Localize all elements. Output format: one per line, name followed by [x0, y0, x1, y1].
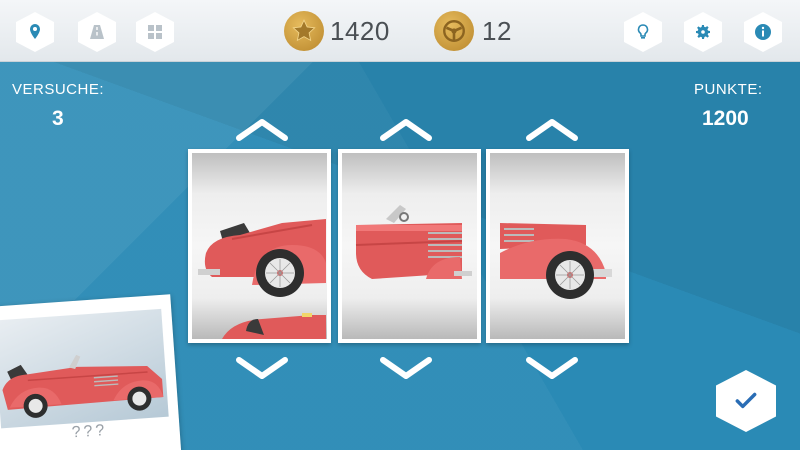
stars-count: 1420	[330, 16, 390, 46]
info-button[interactable]	[744, 12, 782, 52]
wheel-coin-icon	[434, 11, 474, 51]
slot-3-up-arrow[interactable]	[522, 114, 582, 146]
slot-panel-2[interactable]	[338, 149, 481, 343]
slot-1-down-arrow[interactable]	[232, 352, 292, 384]
attempts-label: VERSUCHE:	[12, 81, 105, 98]
points-value: 1200	[702, 107, 749, 130]
settings-button[interactable]	[684, 12, 722, 52]
info-icon	[755, 24, 771, 40]
slot-2-up-arrow[interactable]	[376, 114, 436, 146]
attempts-value: 3	[52, 107, 64, 130]
car-front-piece	[500, 223, 612, 299]
road-button[interactable]	[78, 12, 116, 52]
slot-2-down-arrow[interactable]	[376, 352, 436, 384]
wheels-count: 12	[482, 16, 512, 46]
lightbulb-icon	[637, 24, 649, 39]
checkmark-icon	[735, 392, 757, 409]
slot-panel-1[interactable]	[188, 149, 331, 343]
points-label: PUNKTE:	[694, 81, 763, 98]
hint-button[interactable]	[624, 12, 662, 52]
slot-panel-3[interactable]	[486, 149, 629, 343]
map-button[interactable]	[16, 12, 54, 52]
reference-car-image	[0, 308, 169, 429]
car-middle-piece	[355, 205, 472, 279]
grid-icon	[148, 25, 162, 39]
top-bar: 1420 12	[0, 0, 800, 62]
star-coin-icon	[284, 11, 324, 51]
reference-photo-card: ???	[0, 294, 182, 450]
road-icon	[90, 25, 104, 39]
slot-1-up-arrow[interactable]	[232, 114, 292, 146]
gear-icon	[696, 25, 710, 39]
slot-3-down-arrow[interactable]	[522, 352, 582, 384]
car-rear-piece	[198, 219, 326, 339]
gallery-button[interactable]	[136, 12, 174, 52]
map-pin-icon	[30, 24, 40, 39]
